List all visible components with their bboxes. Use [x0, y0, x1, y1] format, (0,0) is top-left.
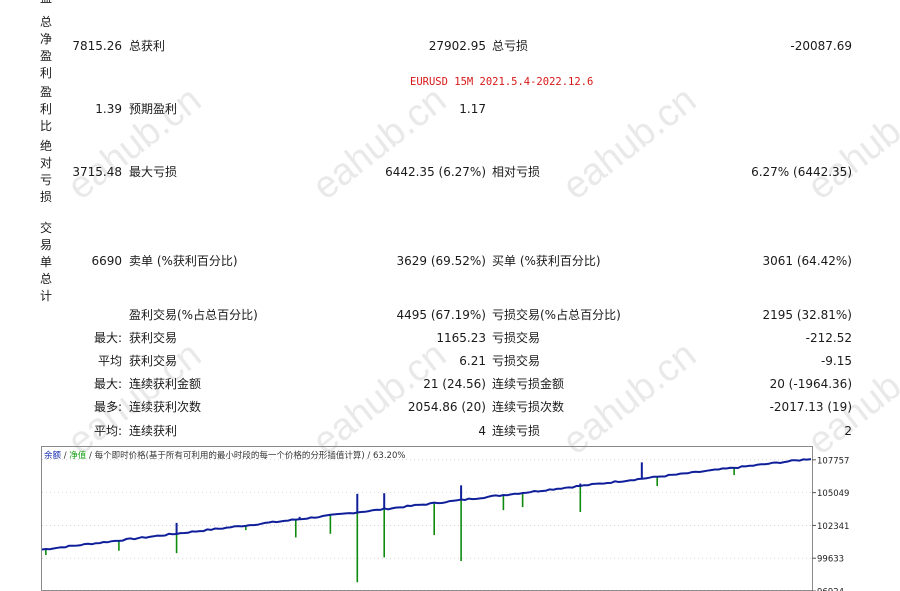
expected-payoff-value: 1.17 [459, 102, 486, 116]
short-positions-label: 卖单 (%获利百分比) [129, 254, 238, 268]
average-consecutive-losses-value: 2 [844, 424, 852, 438]
section-label-net-profit-top: 益 [38, 0, 54, 7]
loss-trades-label: 亏损交易(%占总百分比) [492, 308, 621, 322]
legend-separator: / [61, 451, 69, 461]
average-profit-trade-value: 6.21 [459, 354, 486, 368]
absolute-drawdown-value: 3715.48 [72, 165, 122, 179]
y-axis-tick-label: 105049 [817, 489, 849, 499]
maximal-drawdown-label: 最大亏损 [129, 165, 178, 179]
section-label-absolute-drawdown: 绝对亏损 [39, 139, 52, 204]
legend-equity-label: 净值 [69, 450, 87, 461]
average-consecutive-wins-value: 4 [478, 424, 486, 438]
gross-profit-value: 27902.95 [428, 39, 486, 53]
chart-frame [41, 446, 813, 591]
relative-drawdown-value: 6.27% (6442.35) [751, 165, 852, 179]
long-positions-value: 3061 (64.42%) [762, 254, 852, 268]
y-axis-tick-label: 96924 [817, 588, 844, 591]
average-loss-trade-label: 亏损交易 [492, 354, 541, 368]
maximal-consecutive-loss-label: 连续亏损次数 [492, 400, 565, 414]
average-consecutive-wins-label: 连续获利 [129, 424, 178, 438]
largest-prefix: 最大: [93, 331, 122, 345]
average-consecutive-prefix: 平均: [93, 424, 122, 438]
max-consecutive-wins-value: 21 (24.56) [423, 377, 486, 391]
watermark: eahub.cn [555, 333, 705, 464]
max-consecutive-losses-label: 连续亏损金额 [492, 377, 565, 391]
max-consecutive-losses-value: 20 (-1964.36) [769, 377, 852, 391]
y-axis-tick-label: 99633 [817, 555, 844, 565]
relative-drawdown-label: 相对亏损 [492, 165, 541, 179]
maximal-consecutive-loss-value: -2017.13 (19) [769, 400, 852, 414]
section-label-net-profit: 总净盈利 [39, 15, 52, 80]
largest-profit-trade-value: 1165.23 [436, 331, 486, 345]
section-label-profit-factor: 盈利比 [39, 85, 52, 133]
largest-loss-trade-value: -212.52 [805, 331, 852, 345]
legend-balance-label: 余额 [44, 450, 62, 461]
svg-text:余额 / 净值 / 每个即时价格(基于所有可利用的最小时段的: 余额 / 净值 / 每个即时价格(基于所有可利用的最小时段的每一个价格的分形插值… [44, 450, 405, 461]
maximal-prefix: 最多: [93, 400, 122, 414]
y-axis-tick-label: 102341 [817, 522, 849, 532]
largest-profit-trade-label: 获利交易 [129, 331, 178, 345]
expected-payoff-label: 预期盈利 [129, 102, 178, 116]
maximum-prefix: 最大: [93, 377, 122, 391]
balance-equity-chart: 107757 105049 102341 99633 96924 余额 / 净值 / 每… [41, 446, 849, 591]
watermark: eahub.cn [800, 78, 900, 209]
gross-loss-value: -20087.69 [790, 39, 852, 53]
watermark: eahub.cn [60, 78, 210, 209]
legend-separator: / [86, 451, 94, 461]
section-label-total-trades: 交易单总计 [39, 221, 52, 303]
total-trades-value: 6690 [91, 254, 122, 268]
watermark: eahub.cn [305, 78, 455, 209]
balance-series-line [41, 458, 812, 551]
profit-trades-label: 盈利交易(%占总百分比) [129, 308, 258, 322]
gross-loss-label: 总亏损 [492, 39, 529, 53]
profit-trades-value: 4495 (67.19%) [396, 308, 486, 322]
average-prefix: 平均 [97, 354, 122, 368]
maximal-consecutive-profit-value: 2054.86 (20) [407, 400, 486, 414]
maximal-drawdown-value: 6442.35 (6.27%) [385, 165, 486, 179]
average-loss-trade-value: -9.15 [820, 354, 852, 368]
legend-modeling-quality: 63.20% [373, 451, 405, 461]
largest-loss-trade-label: 亏损交易 [492, 331, 541, 345]
average-profit-trade-label: 获利交易 [129, 354, 178, 368]
y-axis-tick-label: 107757 [817, 456, 849, 466]
short-positions-value: 3629 (69.52%) [396, 254, 486, 268]
max-consecutive-wins-label: 连续获利金额 [129, 377, 202, 391]
profit-factor-value: 1.39 [95, 102, 122, 116]
long-positions-label: 买单 (%获利百分比) [492, 254, 601, 268]
legend-separator: / [365, 451, 373, 461]
watermark: eahub.cn [305, 333, 455, 464]
legend-modeling-description: 每个即时价格(基于所有可利用的最小时段的每一个价格的分形插值计算) [95, 450, 365, 461]
watermark: eahub.cn [555, 78, 705, 209]
report-subtitle: EURUSD 15M 2021.5.4-2022.12.6 [410, 76, 594, 88]
maximal-consecutive-profit-label: 连续获利次数 [129, 400, 202, 414]
net-profit-value: 7815.26 [72, 39, 122, 53]
average-consecutive-losses-label: 连续亏损 [492, 424, 541, 438]
loss-trades-value: 2195 (32.81%) [762, 308, 852, 322]
gross-profit-label: 总获利 [129, 39, 166, 53]
